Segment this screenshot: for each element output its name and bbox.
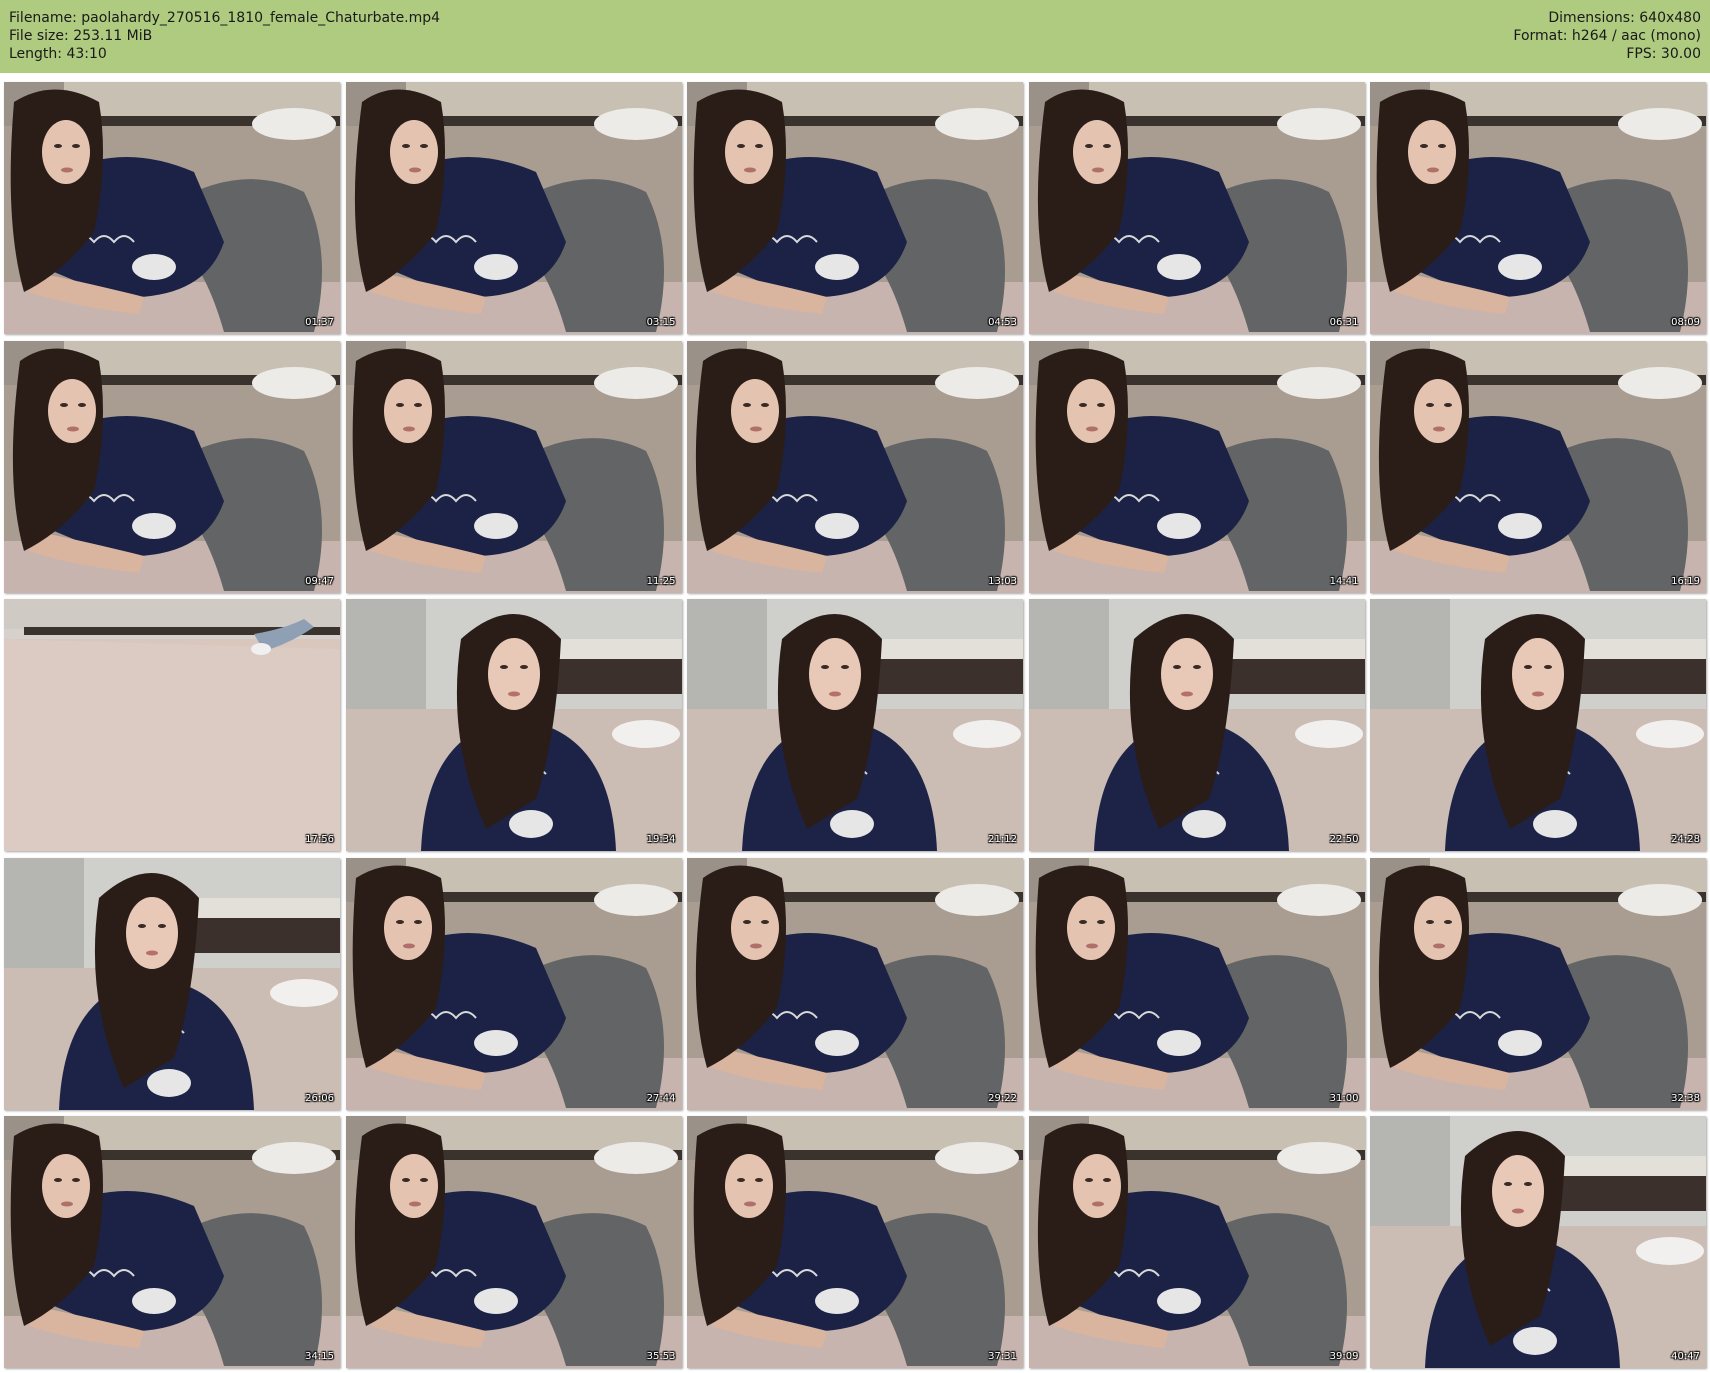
frame-image bbox=[687, 340, 1023, 593]
video-frame-thumbnail: 34:15 bbox=[4, 1116, 340, 1368]
frame-image bbox=[687, 857, 1023, 1110]
frame-timestamp: 01:37 bbox=[305, 317, 334, 328]
frame-timestamp: 27:44 bbox=[646, 1092, 676, 1104]
frame-image bbox=[4, 82, 340, 334]
video-frame-thumbnail: 17:56 bbox=[4, 599, 340, 851]
frame-timestamp: 19:34 bbox=[646, 834, 676, 845]
video-frame-thumbnail: 09:47 bbox=[4, 340, 340, 593]
video-frame-thumbnail: 13:03 bbox=[687, 340, 1023, 593]
video-frame-thumbnail: 32:38 bbox=[1370, 857, 1706, 1110]
video-frame-thumbnail: 06:31 bbox=[1028, 82, 1365, 334]
frame-image bbox=[1028, 857, 1365, 1110]
frame-timestamp: 16:19 bbox=[1671, 575, 1700, 587]
frame-timestamp: 24:28 bbox=[1671, 834, 1700, 845]
file-info-header: Filename: paolahardy_270516_1810_female_… bbox=[0, 0, 1710, 73]
length-text: Length: 43:10 bbox=[9, 46, 107, 62]
frame-image bbox=[4, 857, 340, 1110]
frame-timestamp: 03:15 bbox=[646, 317, 676, 328]
video-frame-thumbnail: 39:09 bbox=[1028, 1116, 1365, 1368]
frame-timestamp: 11:25 bbox=[646, 575, 676, 587]
frame-image bbox=[687, 82, 1023, 334]
file-info-left: Filename: paolahardy_270516_1810_female_… bbox=[9, 9, 440, 63]
filename-text: Filename: paolahardy_270516_1810_female_… bbox=[9, 10, 441, 26]
video-frame-thumbnail: 29:22 bbox=[687, 857, 1023, 1110]
frame-image bbox=[345, 340, 682, 593]
frame-timestamp: 22:50 bbox=[1329, 834, 1359, 845]
frame-image bbox=[1028, 599, 1365, 851]
frame-timestamp: 14:41 bbox=[1329, 575, 1359, 587]
video-frame-thumbnail: 01:37 bbox=[4, 82, 340, 334]
frame-image bbox=[345, 1116, 682, 1368]
frame-image bbox=[1028, 340, 1365, 593]
frame-image bbox=[1028, 1116, 1365, 1368]
video-frame-thumbnail: 04:53 bbox=[687, 82, 1023, 334]
frame-image bbox=[4, 599, 340, 851]
frame-timestamp: 06:31 bbox=[1329, 317, 1359, 328]
video-frame-thumbnail: 40:47 bbox=[1370, 1116, 1706, 1368]
frame-image bbox=[345, 599, 682, 851]
video-frame-thumbnail: 26:06 bbox=[4, 857, 340, 1110]
video-frame-thumbnail: 14:41 bbox=[1028, 340, 1365, 593]
file-info-right: Dimensions: 640x480 Format: h264 / aac (… bbox=[1513, 9, 1701, 63]
frame-timestamp: 08:09 bbox=[1671, 317, 1700, 328]
video-frame-thumbnail: 03:15 bbox=[345, 82, 682, 334]
frame-image bbox=[1370, 857, 1706, 1110]
video-frame-thumbnail: 37:31 bbox=[687, 1116, 1023, 1368]
frame-image bbox=[1370, 340, 1706, 593]
fps-text: FPS: 30.00 bbox=[1626, 46, 1701, 62]
frame-timestamp: 26:06 bbox=[305, 1092, 334, 1104]
thumbnail-grid: 01:37 03:15 04:53 06:31 08:09 09:47 11:25 13:03… bbox=[4, 82, 1706, 1368]
video-frame-thumbnail: 16:19 bbox=[1370, 340, 1706, 593]
frame-timestamp: 34:15 bbox=[305, 1351, 334, 1362]
frame-timestamp: 21:12 bbox=[988, 834, 1017, 845]
frame-image bbox=[4, 1116, 340, 1368]
video-frame-thumbnail: 21:12 bbox=[687, 599, 1023, 851]
frame-timestamp: 35:53 bbox=[646, 1351, 676, 1362]
video-frame-thumbnail: 35:53 bbox=[345, 1116, 682, 1368]
frame-image bbox=[4, 340, 340, 593]
format-text: Format: h264 / aac (mono) bbox=[1513, 28, 1701, 44]
frame-timestamp: 40:47 bbox=[1671, 1351, 1700, 1362]
frame-timestamp: 17:56 bbox=[305, 834, 334, 845]
video-frame-thumbnail: 24:28 bbox=[1370, 599, 1706, 851]
video-frame-thumbnail: 08:09 bbox=[1370, 82, 1706, 334]
frame-timestamp: 31:00 bbox=[1329, 1092, 1359, 1104]
frame-image bbox=[687, 599, 1023, 851]
frame-image bbox=[345, 857, 682, 1110]
frame-timestamp: 37:31 bbox=[988, 1351, 1017, 1362]
frame-image bbox=[1370, 1116, 1706, 1368]
filesize-text: File size: 253.11 MiB bbox=[9, 28, 153, 44]
frame-timestamp: 04:53 bbox=[988, 317, 1017, 328]
video-frame-thumbnail: 11:25 bbox=[345, 340, 682, 593]
frame-image bbox=[1370, 82, 1706, 334]
frame-image bbox=[1028, 82, 1365, 334]
video-frame-thumbnail: 19:34 bbox=[345, 599, 682, 851]
frame-image bbox=[1370, 599, 1706, 851]
dimensions-text: Dimensions: 640x480 bbox=[1548, 10, 1701, 26]
video-frame-thumbnail: 31:00 bbox=[1028, 857, 1365, 1110]
frame-timestamp: 39:09 bbox=[1329, 1351, 1359, 1362]
frame-image bbox=[687, 1116, 1023, 1368]
frame-timestamp: 09:47 bbox=[305, 575, 334, 587]
video-frame-thumbnail: 27:44 bbox=[345, 857, 682, 1110]
frame-timestamp: 13:03 bbox=[988, 575, 1017, 587]
video-frame-thumbnail: 22:50 bbox=[1028, 599, 1365, 851]
frame-image bbox=[345, 82, 682, 334]
frame-timestamp: 29:22 bbox=[988, 1092, 1017, 1104]
frame-timestamp: 32:38 bbox=[1671, 1092, 1700, 1104]
